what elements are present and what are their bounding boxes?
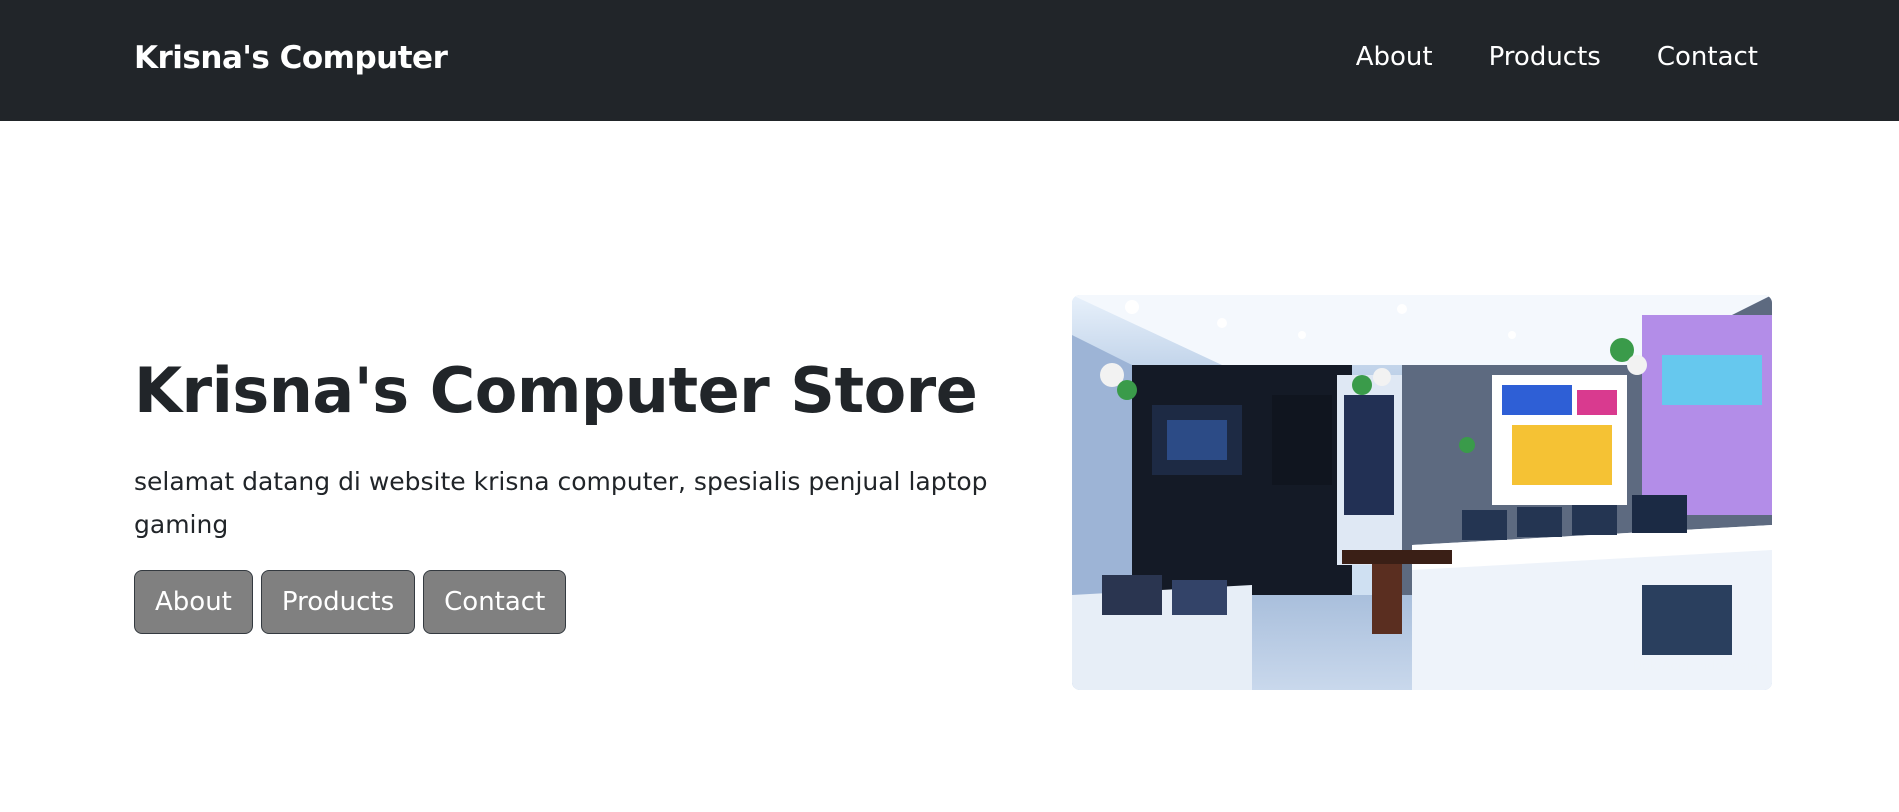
- nav-link-products[interactable]: Products: [1489, 42, 1601, 72]
- hero-button-group: About Products Contact: [134, 570, 567, 634]
- contact-button[interactable]: Contact: [423, 570, 567, 634]
- hero-title: Krisna's Computer Store: [134, 354, 978, 427]
- about-button[interactable]: About: [134, 570, 253, 634]
- top-navbar: Krisna's Computer About Products Contact: [0, 0, 1899, 121]
- nav-link-contact[interactable]: Contact: [1657, 42, 1758, 72]
- products-button[interactable]: Products: [260, 570, 416, 634]
- nav-link-about[interactable]: About: [1356, 42, 1433, 72]
- store-photo-illustration: [1072, 295, 1772, 690]
- store-photo: Dok/Acer Indonesia: [1072, 295, 1772, 690]
- photo-credit: Dok/Acer Indonesia: [1631, 659, 1758, 674]
- hero-subtitle: selamat datang di website krisna compute…: [134, 467, 988, 539]
- brand-logo[interactable]: Krisna's Computer: [134, 40, 448, 76]
- nav-links: About Products Contact: [1356, 42, 1758, 72]
